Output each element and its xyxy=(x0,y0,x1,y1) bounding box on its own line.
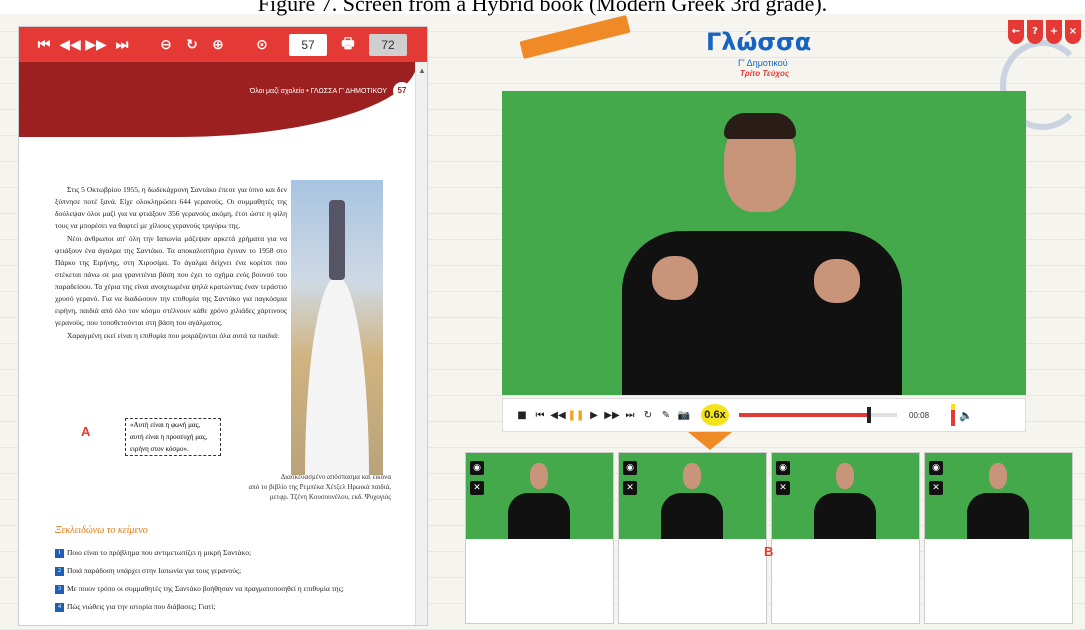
quote-box[interactable]: «Αυτή είναι η φωνή μας, αυτή είναι η προ… xyxy=(125,418,221,456)
clip-card[interactable]: ◉ ✕ xyxy=(618,452,767,624)
page-number-badge: 57 xyxy=(393,82,411,100)
close-icon[interactable]: ✕ xyxy=(470,481,484,495)
play-button[interactable]: ▶ xyxy=(585,410,603,421)
eye-icon[interactable]: ◉ xyxy=(776,461,790,475)
question-item: 4 Πώς νιώθεις για την ιστορία που διάβασε… xyxy=(55,598,395,616)
last-page-button[interactable]: ⏭ xyxy=(109,37,135,53)
page-header-text: Όλοι μαζί σχολείο • ΓΛΩΣΣΑ Γ' ΔΗΜΟΤΙΚΟΥ xyxy=(249,88,387,95)
rotate-button[interactable]: ↻ xyxy=(179,37,205,53)
clip-video[interactable] xyxy=(466,453,613,539)
stop-button[interactable]: ■ xyxy=(513,410,531,421)
close-icon[interactable]: ✕ xyxy=(776,481,790,495)
story-text: Στις 5 Οκτωβρίου 1955, η δωδεκάχρονη Σαν… xyxy=(55,184,287,343)
clip-card[interactable]: ◉ ✕ xyxy=(771,452,920,624)
play-button[interactable]: ⊙ xyxy=(249,37,275,53)
next-page-button[interactable]: ▶▶ xyxy=(83,37,109,53)
eye-icon[interactable]: ◉ xyxy=(470,461,484,475)
back-button[interactable]: ← xyxy=(1008,20,1024,44)
last-frame-button[interactable]: ⏭ xyxy=(621,410,639,421)
volume-icon[interactable]: 🔈 xyxy=(959,409,973,422)
paragraph: Χαραγμένη εκεί είναι η επιθυμία που μοιρ… xyxy=(67,331,280,340)
exercise-title: Ξεκλειδώνω το κείμενο xyxy=(55,525,148,536)
fast-forward-button[interactable]: ▶▶ xyxy=(603,410,621,421)
question-item: 3 Με ποιον τρόπο οι συμμαθητές της Σαντάκ… xyxy=(55,580,395,598)
eye-icon[interactable]: ◉ xyxy=(929,461,943,475)
eye-icon[interactable]: ◉ xyxy=(623,461,637,475)
app-logo: Γλώσσα xyxy=(706,28,812,56)
total-pages: 72 xyxy=(369,33,407,56)
page-header-band xyxy=(19,62,417,137)
zoom-in-button[interactable]: ⊕ xyxy=(205,37,231,53)
rewind-button[interactable]: ◀◀ xyxy=(549,410,567,421)
page-number-input[interactable]: 57 xyxy=(289,33,327,56)
close-button[interactable]: × xyxy=(1065,20,1081,44)
clip-card[interactable]: ◉ ✕ xyxy=(465,452,614,624)
camera-icon[interactable]: 📷 xyxy=(675,410,693,421)
sign-clip-thumbnails: ◉ ✕ ◉ ✕ ◉ ✕ ◉ ✕ xyxy=(465,452,1073,624)
clip-card[interactable]: ◉ ✕ xyxy=(924,452,1073,624)
time-display: 00:08 xyxy=(909,410,930,420)
label-b: B xyxy=(764,544,774,559)
first-frame-button[interactable]: ⏮ xyxy=(531,410,549,421)
progress-handle[interactable] xyxy=(866,407,871,423)
question-item: 1 Ποιο είναι το πρόβλημα που αντιμετωπίζε… xyxy=(55,544,395,562)
previous-page-button[interactable]: ◀◀ xyxy=(57,37,83,53)
help-button[interactable]: ? xyxy=(1027,20,1043,44)
zoom-out-button[interactable]: ⊖ xyxy=(153,37,179,53)
print-button[interactable]: 🖶 xyxy=(335,33,361,57)
clip-video[interactable] xyxy=(925,453,1072,539)
clip-video[interactable] xyxy=(619,453,766,539)
vertical-scrollbar[interactable]: ▲ xyxy=(415,62,427,625)
question-item: 2 Ποιά παράδοση υπάρχει στην Ιαπωνία για … xyxy=(55,562,395,580)
clip-video[interactable] xyxy=(772,453,919,539)
figure-caption: Figure 7. Screen from a Hybrid book (Mod… xyxy=(257,0,828,16)
monument-photo xyxy=(291,180,383,476)
question-list: 1 Ποιο είναι το πρόβλημα που αντιμετωπίζε… xyxy=(55,544,395,616)
progress-bar[interactable] xyxy=(739,407,897,423)
close-icon[interactable]: ✕ xyxy=(623,481,637,495)
first-page-button[interactable]: ⏮ xyxy=(31,37,57,53)
book-toolbar: ⏮ ◀◀ ▶▶ ⏭ ⊖ ↻ ⊕ ⊙ 57 🖶 72 xyxy=(19,27,427,62)
pause-button[interactable]: ❚❚ xyxy=(567,410,585,421)
speed-control[interactable]: 0.6x xyxy=(701,404,729,426)
progress-fill xyxy=(739,413,869,417)
close-icon[interactable]: ✕ xyxy=(929,481,943,495)
video-controls: ■ ⏮ ◀◀ ❚❚ ▶ ▶▶ ⏭ ↻ ✎ 📷 0.6x 00:08 🔈 xyxy=(502,398,1026,432)
replay-button[interactable]: ↻ xyxy=(639,410,657,421)
corner-buttons: ← ? + × xyxy=(1008,20,1081,44)
source-credit: Διασκευασμένο απόσπασμα και εικόνα από τ… xyxy=(248,473,391,501)
logo-grade: Γ' Δημοτικού xyxy=(738,58,788,68)
paragraph: Νέοι άνθρωποι απ' όλη την Ιαπωνία μάζεψα… xyxy=(55,234,287,327)
label-a: A xyxy=(81,424,91,439)
add-button[interactable]: + xyxy=(1046,20,1062,44)
sign-language-video[interactable] xyxy=(502,91,1026,395)
volume-slider[interactable] xyxy=(951,404,956,426)
pointer-decoration xyxy=(688,432,732,450)
logo-volume: Τρίτο Τεύχος xyxy=(740,69,790,78)
book-viewer: ⏮ ◀◀ ▶▶ ⏭ ⊖ ↻ ⊕ ⊙ 57 🖶 72 Όλοι μαζί σχολ… xyxy=(18,26,428,626)
book-page: Όλοι μαζί σχολείο • ΓΛΩΣΣΑ Γ' ΔΗΜΟΤΙΚΟΥ … xyxy=(19,62,417,625)
paragraph: Στις 5 Οκτωβρίου 1955, η δωδεκάχρονη Σαν… xyxy=(55,185,287,230)
edit-icon[interactable]: ✎ xyxy=(657,410,675,421)
scroll-up-icon[interactable]: ▲ xyxy=(418,66,426,78)
